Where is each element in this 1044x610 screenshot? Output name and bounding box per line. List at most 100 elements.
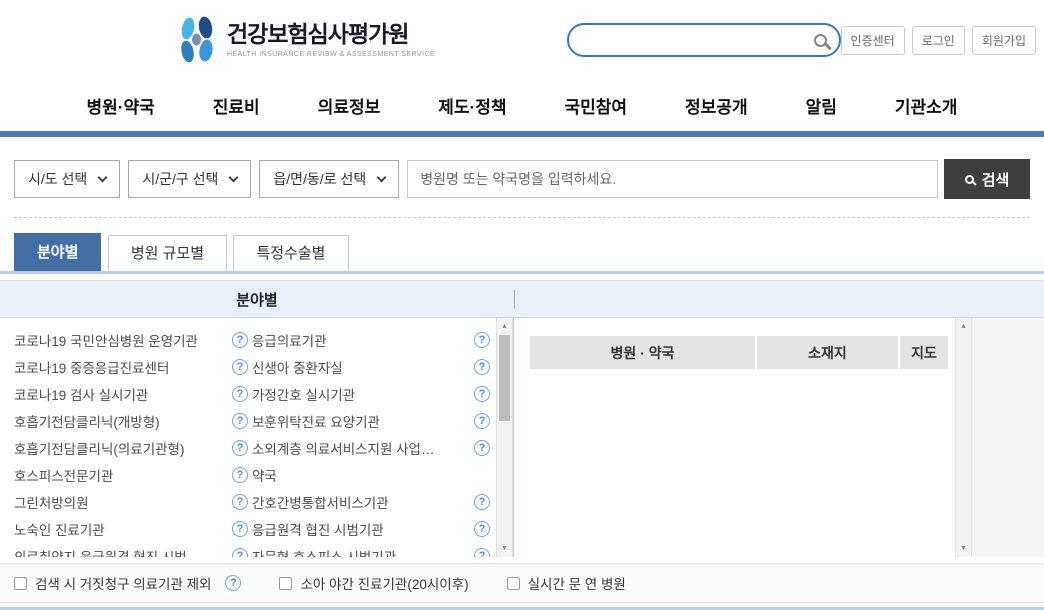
help-icon[interactable] bbox=[474, 359, 490, 375]
list-item[interactable]: 호스피스전문기관 bbox=[14, 461, 248, 488]
list-item[interactable]: 노숙인 진료기관 bbox=[14, 515, 248, 542]
nav-item-disclosure[interactable]: 정보공개 bbox=[656, 93, 777, 118]
checkbox[interactable] bbox=[14, 577, 27, 590]
sigungu-select[interactable]: 시/군/구 선택 bbox=[128, 160, 251, 198]
login-button[interactable]: 로그인 bbox=[912, 26, 965, 55]
help-icon[interactable] bbox=[474, 548, 490, 558]
list-item[interactable]: 코로나19 중증응급진료센터 bbox=[14, 353, 248, 380]
tab-by-surgery[interactable]: 특정수술별 bbox=[233, 235, 348, 271]
dong-select[interactable]: 읍/면/동/로 선택 bbox=[259, 160, 399, 198]
help-icon[interactable] bbox=[474, 521, 490, 537]
list-item[interactable]: 호흡기전담클리닉(의료기관형) bbox=[14, 434, 248, 461]
help-icon[interactable] bbox=[232, 548, 248, 558]
keyword-input[interactable] bbox=[407, 160, 938, 198]
list-item[interactable]: 가정간호 실시기관 bbox=[252, 380, 490, 407]
category-list: 코로나19 국민안심병원 운영기관 코로나19 중증응급진료센터 코로나19 검… bbox=[0, 318, 496, 557]
help-icon[interactable] bbox=[232, 467, 248, 483]
help-icon[interactable] bbox=[225, 575, 241, 591]
search-button[interactable]: 검색 bbox=[944, 159, 1030, 199]
results-scrollbar[interactable]: ▲ ▼ bbox=[955, 318, 972, 557]
nav-item-policy[interactable]: 제도·정책 bbox=[409, 93, 535, 118]
list-item[interactable]: 응급원격 협진 시범기관 bbox=[252, 515, 490, 542]
list-item[interactable]: 약국 bbox=[252, 461, 490, 488]
list-item[interactable]: 코로나19 검사 실시기관 bbox=[14, 380, 248, 407]
help-icon[interactable] bbox=[232, 413, 248, 429]
sigungu-select-label: 시/군/구 선택 bbox=[142, 169, 218, 189]
signup-button[interactable]: 회원가입 bbox=[972, 26, 1036, 55]
hira-logo[interactable]: 건강보험심사평가원 HEALTH INSURANCE REVIEW & ASSE… bbox=[175, 16, 435, 64]
panel-body: 코로나19 국민안심병원 운영기관 코로나19 중증응급진료센터 코로나19 검… bbox=[0, 318, 1044, 557]
list-item-label: 약국 bbox=[252, 465, 277, 485]
tab-by-hospital-size[interactable]: 병원 규모별 bbox=[108, 235, 227, 271]
help-icon[interactable] bbox=[232, 521, 248, 537]
search-icon[interactable] bbox=[814, 34, 827, 47]
list-item[interactable]: 자문형 호스피스 시범기관 bbox=[252, 542, 490, 557]
checkbox-label: 검색 시 거짓청구 의료기관 제외 bbox=[35, 573, 211, 593]
help-icon[interactable] bbox=[232, 332, 248, 348]
list-item-label: 신생아 중환자실 bbox=[252, 357, 343, 377]
filter-row: 시/도 선택 시/군/구 선택 읍/면/동/로 선택 검색 bbox=[14, 159, 1030, 199]
nav-item-notice[interactable]: 알림 bbox=[777, 93, 866, 118]
nav-item-about[interactable]: 기관소개 bbox=[866, 93, 987, 118]
list-item[interactable]: 응급의료기관 bbox=[252, 326, 490, 353]
chevron-down-icon bbox=[229, 172, 239, 182]
help-icon[interactable] bbox=[232, 359, 248, 375]
sido-select[interactable]: 시/도 선택 bbox=[14, 160, 120, 198]
scroll-up-icon[interactable]: ▲ bbox=[956, 319, 971, 334]
hira-logo-icon bbox=[175, 16, 219, 64]
tab-by-field[interactable]: 분야별 bbox=[14, 233, 101, 271]
scroll-up-icon[interactable]: ▲ bbox=[497, 319, 512, 334]
header-search bbox=[567, 23, 840, 57]
list-item-label: 호흡기전담클리닉(개방형) bbox=[14, 411, 160, 431]
list-item-label: 소외계층 의료서비스지원 사업… bbox=[252, 438, 434, 458]
list-item[interactable]: 소외계층 의료서비스지원 사업… bbox=[252, 434, 490, 461]
list-item-label: 호흡기전담클리닉(의료기관형) bbox=[14, 438, 184, 458]
logo-text: 건강보험심사평가원 HEALTH INSURANCE REVIEW & ASSE… bbox=[227, 22, 435, 57]
scroll-down-icon[interactable]: ▼ bbox=[956, 541, 971, 556]
list-item[interactable]: 의료취약지 응급원격 협진 시범 bbox=[14, 542, 248, 557]
category-list-scrollbar[interactable]: ▲ ▼ bbox=[496, 318, 513, 557]
list-item-label: 가정간호 실시기관 bbox=[252, 384, 355, 404]
list-item[interactable]: 보훈위탁진료 요양기관 bbox=[252, 407, 490, 434]
nav-item-medical-fee[interactable]: 진료비 bbox=[184, 93, 289, 118]
list-item-label: 보훈위탁진료 요양기관 bbox=[252, 411, 380, 431]
checkbox-open-now-hospital[interactable]: 실시간 문 연 병원 bbox=[507, 573, 626, 593]
help-icon[interactable] bbox=[474, 413, 490, 429]
global-nav: 병원·약국 진료비 의료정보 제도·정책 국민참여 정보공개 알림 기관소개 bbox=[0, 80, 1044, 137]
list-item[interactable]: 그린처방의원 bbox=[14, 488, 248, 515]
list-item-label: 응급원격 협진 시범기관 bbox=[252, 519, 384, 539]
list-item-label: 코로나19 국민안심병원 운영기관 bbox=[14, 330, 198, 350]
nav-item-participation[interactable]: 국민참여 bbox=[535, 93, 656, 118]
list-item[interactable]: 간호간병통합서비스기관 bbox=[252, 488, 490, 515]
nav-item-hospital-pharmacy[interactable]: 병원·약국 bbox=[58, 93, 184, 118]
checkbox-pediatric-night-clinic[interactable]: 소아 야간 진료기관(20시이후) bbox=[279, 573, 468, 593]
checkbox-label: 소아 야간 진료기관(20시이후) bbox=[300, 573, 468, 593]
help-icon[interactable] bbox=[474, 386, 490, 402]
list-item[interactable]: 호흡기전담클리닉(개방형) bbox=[14, 407, 248, 434]
dong-select-label: 읍/면/동/로 선택 bbox=[273, 169, 366, 189]
help-icon[interactable] bbox=[474, 332, 490, 348]
chevron-down-icon bbox=[377, 172, 387, 182]
logo-subtitle: HEALTH INSURANCE REVIEW & ASSESSMENT SER… bbox=[227, 51, 435, 58]
header-search-input[interactable] bbox=[585, 31, 813, 49]
column-hospital-pharmacy: 병원 · 약국 bbox=[530, 336, 755, 369]
column-map: 지도 bbox=[900, 336, 948, 369]
cert-center-button[interactable]: 인증센터 bbox=[841, 26, 905, 55]
help-icon[interactable] bbox=[474, 494, 490, 510]
nav-item-medical-info[interactable]: 의료정보 bbox=[289, 93, 410, 118]
scrollbar-thumb[interactable] bbox=[499, 335, 510, 421]
results-table-header: 병원 · 약국 소재지 지도 bbox=[530, 336, 955, 369]
list-item-label: 코로나19 중증응급진료센터 bbox=[14, 357, 169, 377]
list-item[interactable]: 코로나19 국민안심병원 운영기관 bbox=[14, 326, 248, 353]
list-item[interactable]: 신생아 중환자실 bbox=[252, 353, 490, 380]
scroll-down-icon[interactable]: ▼ bbox=[497, 541, 512, 556]
checkbox-exclude-false-claims[interactable]: 검색 시 거짓청구 의료기관 제외 bbox=[14, 573, 241, 593]
results-panel: 분야별 코로나19 국민안심병원 운영기관 코로나19 중증응급진료센터 코로나… bbox=[0, 280, 1044, 557]
help-icon[interactable] bbox=[474, 440, 490, 456]
checkbox[interactable] bbox=[507, 577, 520, 590]
help-icon[interactable] bbox=[232, 386, 248, 402]
chevron-down-icon bbox=[98, 172, 108, 182]
help-icon[interactable] bbox=[232, 440, 248, 456]
help-icon[interactable] bbox=[232, 494, 248, 510]
checkbox[interactable] bbox=[279, 577, 292, 590]
